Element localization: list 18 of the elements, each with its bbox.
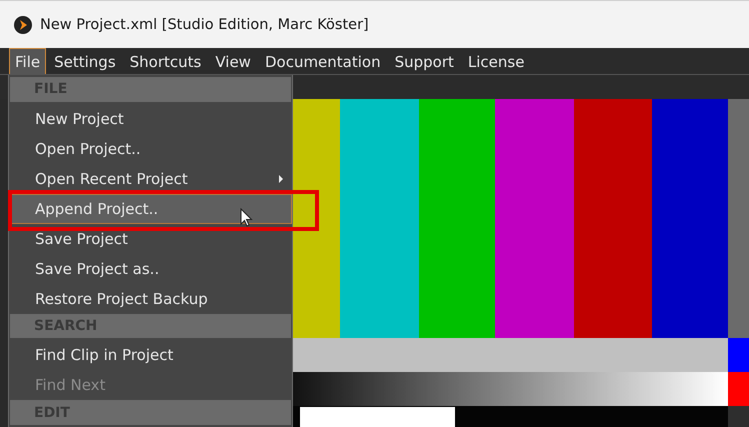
- mouse-pointer-icon: [240, 208, 254, 228]
- menu-bar-item[interactable]: Support: [388, 48, 460, 74]
- menu-item[interactable]: Find Clip in Project: [9, 340, 292, 370]
- menu-bar-item[interactable]: Shortcuts: [124, 48, 208, 74]
- submenu-arrow-icon: [279, 174, 283, 183]
- menu-item[interactable]: Restore Project Backup: [9, 284, 292, 314]
- app-logo-icon: [14, 16, 32, 34]
- menu-item[interactable]: Save Project as..: [9, 254, 292, 284]
- menu-item[interactable]: New Project: [9, 104, 292, 134]
- window-title: New Project.xml [Studio Edition, Marc Köster]: [40, 16, 369, 32]
- menu-item[interactable]: Append Project..: [9, 194, 292, 224]
- menu-item[interactable]: Open Recent Project: [9, 164, 292, 194]
- menu-item[interactable]: Open Project..: [9, 134, 292, 164]
- menu-bar-item[interactable]: Settings: [48, 48, 122, 74]
- menu-bar-item[interactable]: Documentation: [258, 48, 387, 74]
- menu-bar-item[interactable]: License: [462, 48, 530, 74]
- menu-bar-item[interactable]: View: [209, 48, 257, 74]
- menu-bar-item[interactable]: File: [9, 48, 46, 74]
